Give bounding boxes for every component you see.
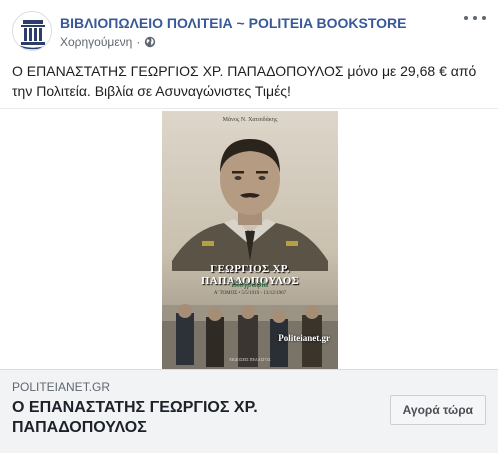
buy-now-button[interactable]: Αγορά τώρα <box>389 395 486 425</box>
bookstore-logo-icon <box>13 12 51 50</box>
globe-icon[interactable] <box>144 36 156 48</box>
cover-subtitle: Βιογραφία <box>231 279 269 289</box>
meta-separator: · <box>136 35 141 49</box>
link-domain[interactable]: POLITEIANET.GR <box>12 380 110 394</box>
page-avatar[interactable] <box>12 11 52 51</box>
cover-volume: Α' ΤΟΜΟΣ • 5/5/1919 - 13/12/1967 <box>213 291 287 296</box>
link-headline[interactable]: Ο ΕΠΑΝΑΣΤΑΤΗΣ ΓΕΩΡΓΙΟΣ ΧΡ. ΠΑΠΑΔΟΠΟΥΛΟΣ <box>12 398 312 438</box>
link-preview[interactable]: POLITEIANET.GR Ο ΕΠΑΝΑΣΤΑΤΗΣ ΓΕΩΡΓΙΟΣ ΧΡ… <box>0 369 498 453</box>
book-cover-image[interactable]: Μάνος Ν. Χατσιδάκης ΓΕΩΡΓΙΟΣ ΧΡ. ΠΑΠΑΔΟΠ… <box>162 111 338 369</box>
more-options-icon[interactable] <box>464 11 486 25</box>
cover-illustration <box>162 111 338 369</box>
cover-publisher: ΕΚΔΟΣΕΙΣ ΠΕΛΑΣΓΟΣ <box>229 357 271 362</box>
post-image-area[interactable]: Μάνος Ν. Χατσιδάκης ΓΕΩΡΓΙΟΣ ΧΡ. ΠΑΠΑΔΟΠ… <box>0 108 498 369</box>
cover-watermark: Politeianet.gr <box>278 333 330 343</box>
page-name-link[interactable]: ΒΙΒΛΙΟΠΩΛΕΙΟ ΠΟΛΙΤΕΙΑ ~ POLITEIA BOOKSTO… <box>60 15 407 31</box>
cover-author: Μάνος Ν. Χατσιδάκης <box>222 117 278 123</box>
post-header: ΒΙΒΛΙΟΠΩΛΕΙΟ ΠΟΛΙΤΕΙΑ ~ POLITEIA BOOKSTO… <box>12 11 486 53</box>
post-caption: Ο ΕΠΑΝΑΣΤΑΤΗΣ ΓΕΩΡΓΙΟΣ ΧΡ. ΠΑΠΑΔΟΠΟΥΛΟΣ … <box>12 63 477 99</box>
sponsored-label[interactable]: Χορηγούμενη <box>60 35 132 49</box>
sponsored-post: ΒΙΒΛΙΟΠΩΛΕΙΟ ΠΟΛΙΤΕΙΑ ~ POLITEIA BOOKSTO… <box>0 0 498 453</box>
post-meta: Χορηγούμενη · <box>60 35 156 49</box>
